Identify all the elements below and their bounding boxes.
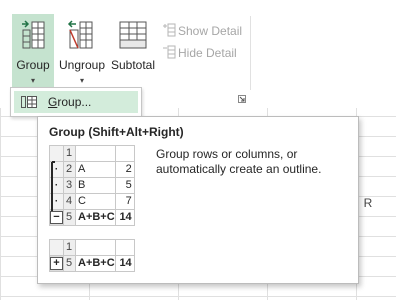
cell: 7 xyxy=(114,193,135,210)
menu-item-group-label: Group... xyxy=(48,95,92,109)
outline-cell xyxy=(49,145,64,162)
show-detail-icon xyxy=(163,23,176,37)
hide-detail-label: Hide Detail xyxy=(178,46,237,60)
cell: 14 xyxy=(114,209,135,226)
outline-example-collapsed: 1 + 5 A+B+C 14 xyxy=(49,239,135,272)
example-row: · 4 C 7 xyxy=(49,193,135,210)
subtotal-button[interactable]: Subtotal xyxy=(108,14,158,90)
cell: A+B+C xyxy=(75,209,116,226)
row-number: 1 xyxy=(63,145,76,162)
cell: A+B+C xyxy=(75,255,116,272)
tooltip-title: Group (Shift+Alt+Right) xyxy=(49,125,184,139)
group-icon xyxy=(22,20,45,49)
row-number: 5 xyxy=(63,255,76,272)
show-detail-label: Show Detail xyxy=(178,24,243,38)
outline-bracket xyxy=(51,161,55,211)
cell: 5 xyxy=(114,177,135,194)
subtotal-icon xyxy=(119,21,147,49)
example-row: 1 xyxy=(49,239,135,256)
group-tooltip: Group (Shift+Alt+Right) 1 · 2 A 2 · 3 B … xyxy=(37,116,359,284)
cell: 14 xyxy=(114,255,135,272)
cell: A xyxy=(75,161,116,178)
cell xyxy=(114,239,135,256)
group-button-label: Group xyxy=(16,58,50,72)
example-row: · 3 B 5 xyxy=(49,177,135,194)
row-number: 4 xyxy=(63,193,76,210)
hide-detail-icon xyxy=(163,45,176,59)
cell: C xyxy=(75,193,116,210)
subtotal-button-label: Subtotal xyxy=(110,58,156,72)
row-number: 2 xyxy=(63,161,76,178)
cell: 2 xyxy=(114,161,135,178)
menu-item-group[interactable]: Group... xyxy=(14,91,138,113)
row-number: 1 xyxy=(63,239,76,256)
outline-example-expanded: 1 · 2 A 2 · 3 B 5 · 4 C 7 − 5 A+B+C 14 xyxy=(49,145,135,226)
chevron-down-icon: ▾ xyxy=(30,76,35,85)
cell: B xyxy=(75,177,116,194)
ungroup-button-label: Ungroup xyxy=(58,58,106,72)
outline-cell xyxy=(49,239,64,256)
group-rows-icon xyxy=(21,96,37,108)
cell xyxy=(75,239,116,256)
row-number: 3 xyxy=(63,177,76,194)
example-row: + 5 A+B+C 14 xyxy=(49,255,135,272)
ungroup-button[interactable]: Ungroup ▾ xyxy=(56,14,108,90)
cell xyxy=(114,145,135,162)
chevron-down-icon: ▾ xyxy=(79,76,84,85)
example-row: · 2 A 2 xyxy=(49,161,135,178)
example-row: 1 xyxy=(49,145,135,162)
dialog-launcher-icon[interactable] xyxy=(238,95,246,103)
ribbon-divider xyxy=(250,16,251,90)
tooltip-description: Group rows or columns, or automatically … xyxy=(156,147,322,176)
row-number: 5 xyxy=(63,209,76,226)
expand-icon: + xyxy=(49,255,64,272)
ungroup-icon xyxy=(67,20,93,49)
example-row: − 5 A+B+C 14 xyxy=(49,209,135,226)
group-dropdown-menu: Group... xyxy=(10,87,142,117)
group-button[interactable]: Group ▾ xyxy=(12,14,54,90)
cell xyxy=(75,145,116,162)
